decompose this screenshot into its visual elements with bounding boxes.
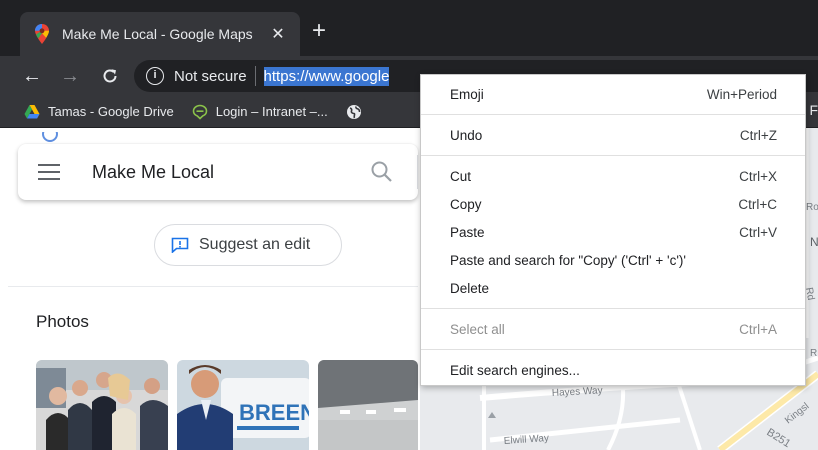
menu-item-label: Emoji [450,86,484,102]
google-maps-favicon-icon [35,24,49,44]
menu-item-paste[interactable]: Paste Ctrl+V [421,218,805,246]
suggest-edit-label: Suggest an edit [199,236,311,253]
tab-title: Make Me Local - Google Maps [62,26,253,42]
photo-sign[interactable]: BREEN [177,360,309,450]
menu-item-shortcut: Ctrl+V [739,224,777,240]
context-menu: Emoji Win+Period Undo Ctrl+Z Cut Ctrl+X … [420,74,806,386]
menu-item-undo[interactable]: Undo Ctrl+Z [421,121,805,149]
photo-interior[interactable] [318,360,418,450]
back-button[interactable]: ← [18,62,46,90]
menu-item-delete[interactable]: Delete [421,274,805,302]
bookmark-globe[interactable] [346,104,370,120]
menu-item-label: Delete [450,280,490,296]
menu-item-select-all[interactable]: Select all Ctrl+A [421,315,805,343]
photo-team[interactable] [36,360,168,450]
directions-icon [42,132,58,142]
menu-icon[interactable] [38,164,60,180]
photos-heading: Photos [36,312,89,331]
bookmark-intranet-login[interactable]: Login – Intranet –... [192,104,328,120]
map-label-r: R [810,348,817,359]
tab-close-icon[interactable]: ✕ [268,24,288,44]
bookmark-overflow[interactable]: F [809,102,818,118]
menu-item-label: Copy [450,196,482,212]
tab-maps[interactable]: Make Me Local - Google Maps ✕ [20,12,300,56]
menu-item-paste-and-search[interactable]: Paste and search for "Copy' ('Ctrl' + 'c… [421,246,805,274]
menu-separator [421,114,805,115]
search-icon[interactable] [367,157,397,187]
menu-item-copy[interactable]: Copy Ctrl+C [421,190,805,218]
menu-item-label: Cut [450,168,472,184]
menu-item-label: Select all [450,321,505,337]
map-label-n: N [810,235,818,249]
suggest-edit-icon [171,237,189,253]
security-status[interactable]: Not secure [174,68,247,85]
team-photo-image [36,360,168,450]
directions-row-peek [28,132,328,144]
menu-item-label: Undo [450,127,483,143]
url-text[interactable]: https://www.google [263,66,390,86]
tab-strip: Make Me Local - Google Maps ✕ + [0,0,818,56]
reload-icon [103,69,117,83]
intranet-logo-icon [192,104,208,120]
suggest-edit-button[interactable]: Suggest an edit [154,224,342,266]
menu-item-shortcut: Ctrl+Z [739,127,777,143]
menu-item-shortcut: Ctrl+A [739,321,777,337]
menu-item-shortcut: Ctrl+C [738,196,777,212]
search-box-divider [417,155,418,189]
menu-item-shortcut: Win+Period [706,86,777,102]
menu-separator [421,349,805,350]
bookmark-label: Login – Intranet –... [215,104,328,119]
map-label-ro: Ro [806,202,818,213]
menu-item-cut[interactable]: Cut Ctrl+X [421,162,805,190]
search-input[interactable]: Make Me Local [92,162,367,183]
google-drive-icon [24,104,40,118]
place-side-panel: Make Me Local Suggest an edit Photos BRE… [8,128,418,450]
menu-item-label: Paste and search for "Copy' ('Ctrl' + 'c… [450,252,686,268]
search-box[interactable]: Make Me Local [18,144,418,200]
menu-item-edit-search-engines[interactable]: Edit search engines... [421,356,805,384]
breen-sign-text: BREEN [239,400,309,425]
sign-photo-image: BREEN [177,360,309,450]
menu-item-label: Paste [450,224,485,240]
globe-icon [346,104,361,119]
section-divider [8,286,418,287]
forward-button[interactable]: → [56,62,84,90]
bookmark-label: Tamas - Google Drive [48,104,174,119]
menu-item-label: Edit search engines... [450,362,580,378]
bookmark-google-drive[interactable]: Tamas - Google Drive [24,104,174,120]
menu-separator [421,308,805,309]
reload-button[interactable] [96,62,124,94]
menu-item-emoji[interactable]: Emoji Win+Period [421,80,805,108]
menu-item-shortcut: Ctrl+X [739,168,777,184]
info-icon[interactable]: i [146,67,164,85]
new-tab-button[interactable]: + [312,18,326,44]
menu-separator [421,155,805,156]
omnibox-divider [254,66,256,86]
interior-photo-image [318,360,418,450]
